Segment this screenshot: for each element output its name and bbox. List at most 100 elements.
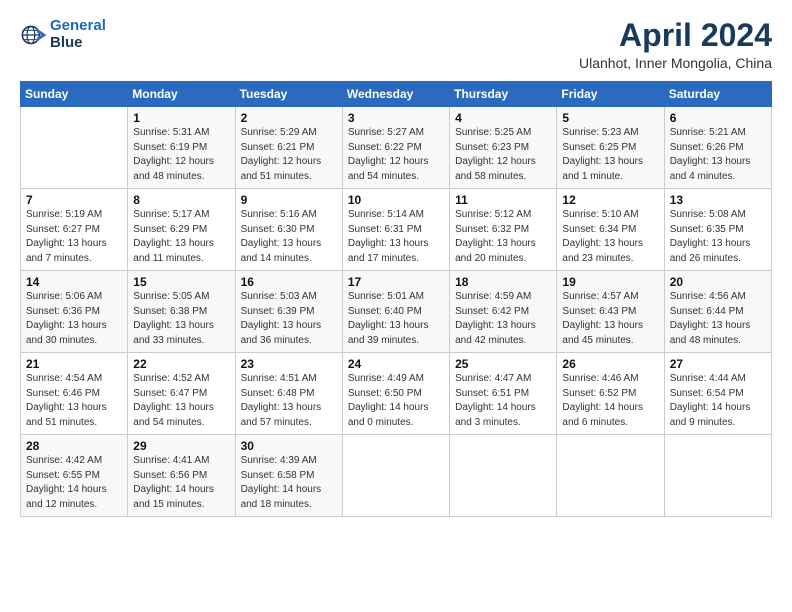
day-info: Sunrise: 5:10 AMSunset: 6:34 PMDaylight:… (562, 208, 658, 266)
calendar-cell: 21Sunrise: 4:54 AMSunset: 6:46 PMDayligh… (21, 353, 128, 435)
day-number: 26 (562, 357, 658, 371)
day-number: 14 (26, 275, 122, 289)
day-info: Sunrise: 5:25 AMSunset: 6:23 PMDaylight:… (455, 126, 551, 184)
day-info: Sunrise: 4:44 AMSunset: 6:54 PMDaylight:… (670, 372, 766, 430)
day-number: 24 (348, 357, 444, 371)
weekday-header: Monday (128, 82, 235, 107)
day-number: 29 (133, 439, 229, 453)
day-info: Sunrise: 5:14 AMSunset: 6:31 PMDaylight:… (348, 208, 444, 266)
calendar-header-row: SundayMondayTuesdayWednesdayThursdayFrid… (21, 82, 772, 107)
day-number: 8 (133, 193, 229, 207)
day-info: Sunrise: 4:51 AMSunset: 6:48 PMDaylight:… (241, 372, 337, 430)
day-info: Sunrise: 5:16 AMSunset: 6:30 PMDaylight:… (241, 208, 337, 266)
day-info: Sunrise: 5:06 AMSunset: 6:36 PMDaylight:… (26, 290, 122, 348)
day-info: Sunrise: 5:08 AMSunset: 6:35 PMDaylight:… (670, 208, 766, 266)
day-info: Sunrise: 4:57 AMSunset: 6:43 PMDaylight:… (562, 290, 658, 348)
day-info: Sunrise: 5:27 AMSunset: 6:22 PMDaylight:… (348, 126, 444, 184)
day-number: 22 (133, 357, 229, 371)
day-number: 27 (670, 357, 766, 371)
day-number: 3 (348, 111, 444, 125)
calendar-cell: 2Sunrise: 5:29 AMSunset: 6:21 PMDaylight… (235, 107, 342, 189)
day-info: Sunrise: 5:05 AMSunset: 6:38 PMDaylight:… (133, 290, 229, 348)
day-info: Sunrise: 4:49 AMSunset: 6:50 PMDaylight:… (348, 372, 444, 430)
day-number: 10 (348, 193, 444, 207)
day-info: Sunrise: 5:01 AMSunset: 6:40 PMDaylight:… (348, 290, 444, 348)
calendar-cell: 8Sunrise: 5:17 AMSunset: 6:29 PMDaylight… (128, 189, 235, 271)
calendar-cell: 14Sunrise: 5:06 AMSunset: 6:36 PMDayligh… (21, 271, 128, 353)
calendar-cell (557, 435, 664, 517)
calendar-cell: 29Sunrise: 4:41 AMSunset: 6:56 PMDayligh… (128, 435, 235, 517)
day-info: Sunrise: 5:31 AMSunset: 6:19 PMDaylight:… (133, 126, 229, 184)
day-number: 6 (670, 111, 766, 125)
day-info: Sunrise: 4:59 AMSunset: 6:42 PMDaylight:… (455, 290, 551, 348)
logo: General Blue (20, 18, 106, 51)
day-number: 16 (241, 275, 337, 289)
day-info: Sunrise: 4:54 AMSunset: 6:46 PMDaylight:… (26, 372, 122, 430)
calendar-cell: 15Sunrise: 5:05 AMSunset: 6:38 PMDayligh… (128, 271, 235, 353)
calendar-week-row: 28Sunrise: 4:42 AMSunset: 6:55 PMDayligh… (21, 435, 772, 517)
day-info: Sunrise: 4:56 AMSunset: 6:44 PMDaylight:… (670, 290, 766, 348)
day-number: 23 (241, 357, 337, 371)
day-info: Sunrise: 5:29 AMSunset: 6:21 PMDaylight:… (241, 126, 337, 184)
day-number: 12 (562, 193, 658, 207)
logo-text: General Blue (50, 18, 106, 51)
calendar-table: SundayMondayTuesdayWednesdayThursdayFrid… (20, 81, 772, 517)
page: General Blue April 2024 Ulanhot, Inner M… (0, 0, 792, 612)
calendar-cell: 7Sunrise: 5:19 AMSunset: 6:27 PMDaylight… (21, 189, 128, 271)
weekday-header: Tuesday (235, 82, 342, 107)
day-number: 9 (241, 193, 337, 207)
day-number: 21 (26, 357, 122, 371)
day-info: Sunrise: 4:52 AMSunset: 6:47 PMDaylight:… (133, 372, 229, 430)
day-info: Sunrise: 5:03 AMSunset: 6:39 PMDaylight:… (241, 290, 337, 348)
calendar-cell: 30Sunrise: 4:39 AMSunset: 6:58 PMDayligh… (235, 435, 342, 517)
calendar-cell: 9Sunrise: 5:16 AMSunset: 6:30 PMDaylight… (235, 189, 342, 271)
day-number: 25 (455, 357, 551, 371)
day-info: Sunrise: 5:12 AMSunset: 6:32 PMDaylight:… (455, 208, 551, 266)
day-info: Sunrise: 4:39 AMSunset: 6:58 PMDaylight:… (241, 454, 337, 512)
day-number: 5 (562, 111, 658, 125)
calendar-cell: 6Sunrise: 5:21 AMSunset: 6:26 PMDaylight… (664, 107, 771, 189)
calendar-week-row: 7Sunrise: 5:19 AMSunset: 6:27 PMDaylight… (21, 189, 772, 271)
calendar-cell: 23Sunrise: 4:51 AMSunset: 6:48 PMDayligh… (235, 353, 342, 435)
logo-icon (20, 21, 48, 49)
weekday-header: Wednesday (342, 82, 449, 107)
calendar-cell: 16Sunrise: 5:03 AMSunset: 6:39 PMDayligh… (235, 271, 342, 353)
calendar-cell: 12Sunrise: 5:10 AMSunset: 6:34 PMDayligh… (557, 189, 664, 271)
calendar-cell: 11Sunrise: 5:12 AMSunset: 6:32 PMDayligh… (450, 189, 557, 271)
calendar-cell: 24Sunrise: 4:49 AMSunset: 6:50 PMDayligh… (342, 353, 449, 435)
day-number: 1 (133, 111, 229, 125)
calendar-cell: 5Sunrise: 5:23 AMSunset: 6:25 PMDaylight… (557, 107, 664, 189)
day-number: 18 (455, 275, 551, 289)
weekday-header: Friday (557, 82, 664, 107)
calendar-cell: 18Sunrise: 4:59 AMSunset: 6:42 PMDayligh… (450, 271, 557, 353)
calendar-cell: 25Sunrise: 4:47 AMSunset: 6:51 PMDayligh… (450, 353, 557, 435)
title-block: April 2024 Ulanhot, Inner Mongolia, Chin… (579, 18, 772, 71)
calendar-week-row: 14Sunrise: 5:06 AMSunset: 6:36 PMDayligh… (21, 271, 772, 353)
calendar-cell: 19Sunrise: 4:57 AMSunset: 6:43 PMDayligh… (557, 271, 664, 353)
day-info: Sunrise: 4:42 AMSunset: 6:55 PMDaylight:… (26, 454, 122, 512)
day-info: Sunrise: 4:47 AMSunset: 6:51 PMDaylight:… (455, 372, 551, 430)
day-number: 15 (133, 275, 229, 289)
day-number: 4 (455, 111, 551, 125)
calendar-cell: 26Sunrise: 4:46 AMSunset: 6:52 PMDayligh… (557, 353, 664, 435)
day-number: 20 (670, 275, 766, 289)
day-info: Sunrise: 5:19 AMSunset: 6:27 PMDaylight:… (26, 208, 122, 266)
day-number: 13 (670, 193, 766, 207)
calendar-cell (21, 107, 128, 189)
main-title: April 2024 (579, 18, 772, 53)
calendar-cell: 22Sunrise: 4:52 AMSunset: 6:47 PMDayligh… (128, 353, 235, 435)
calendar-cell: 4Sunrise: 5:25 AMSunset: 6:23 PMDaylight… (450, 107, 557, 189)
day-number: 28 (26, 439, 122, 453)
weekday-header: Thursday (450, 82, 557, 107)
calendar-cell: 1Sunrise: 5:31 AMSunset: 6:19 PMDaylight… (128, 107, 235, 189)
subtitle: Ulanhot, Inner Mongolia, China (579, 55, 772, 71)
weekday-header: Saturday (664, 82, 771, 107)
calendar-cell (450, 435, 557, 517)
calendar-cell: 20Sunrise: 4:56 AMSunset: 6:44 PMDayligh… (664, 271, 771, 353)
header: General Blue April 2024 Ulanhot, Inner M… (20, 18, 772, 71)
calendar-cell: 27Sunrise: 4:44 AMSunset: 6:54 PMDayligh… (664, 353, 771, 435)
calendar-cell: 3Sunrise: 5:27 AMSunset: 6:22 PMDaylight… (342, 107, 449, 189)
weekday-header: Sunday (21, 82, 128, 107)
day-info: Sunrise: 5:17 AMSunset: 6:29 PMDaylight:… (133, 208, 229, 266)
day-info: Sunrise: 4:46 AMSunset: 6:52 PMDaylight:… (562, 372, 658, 430)
